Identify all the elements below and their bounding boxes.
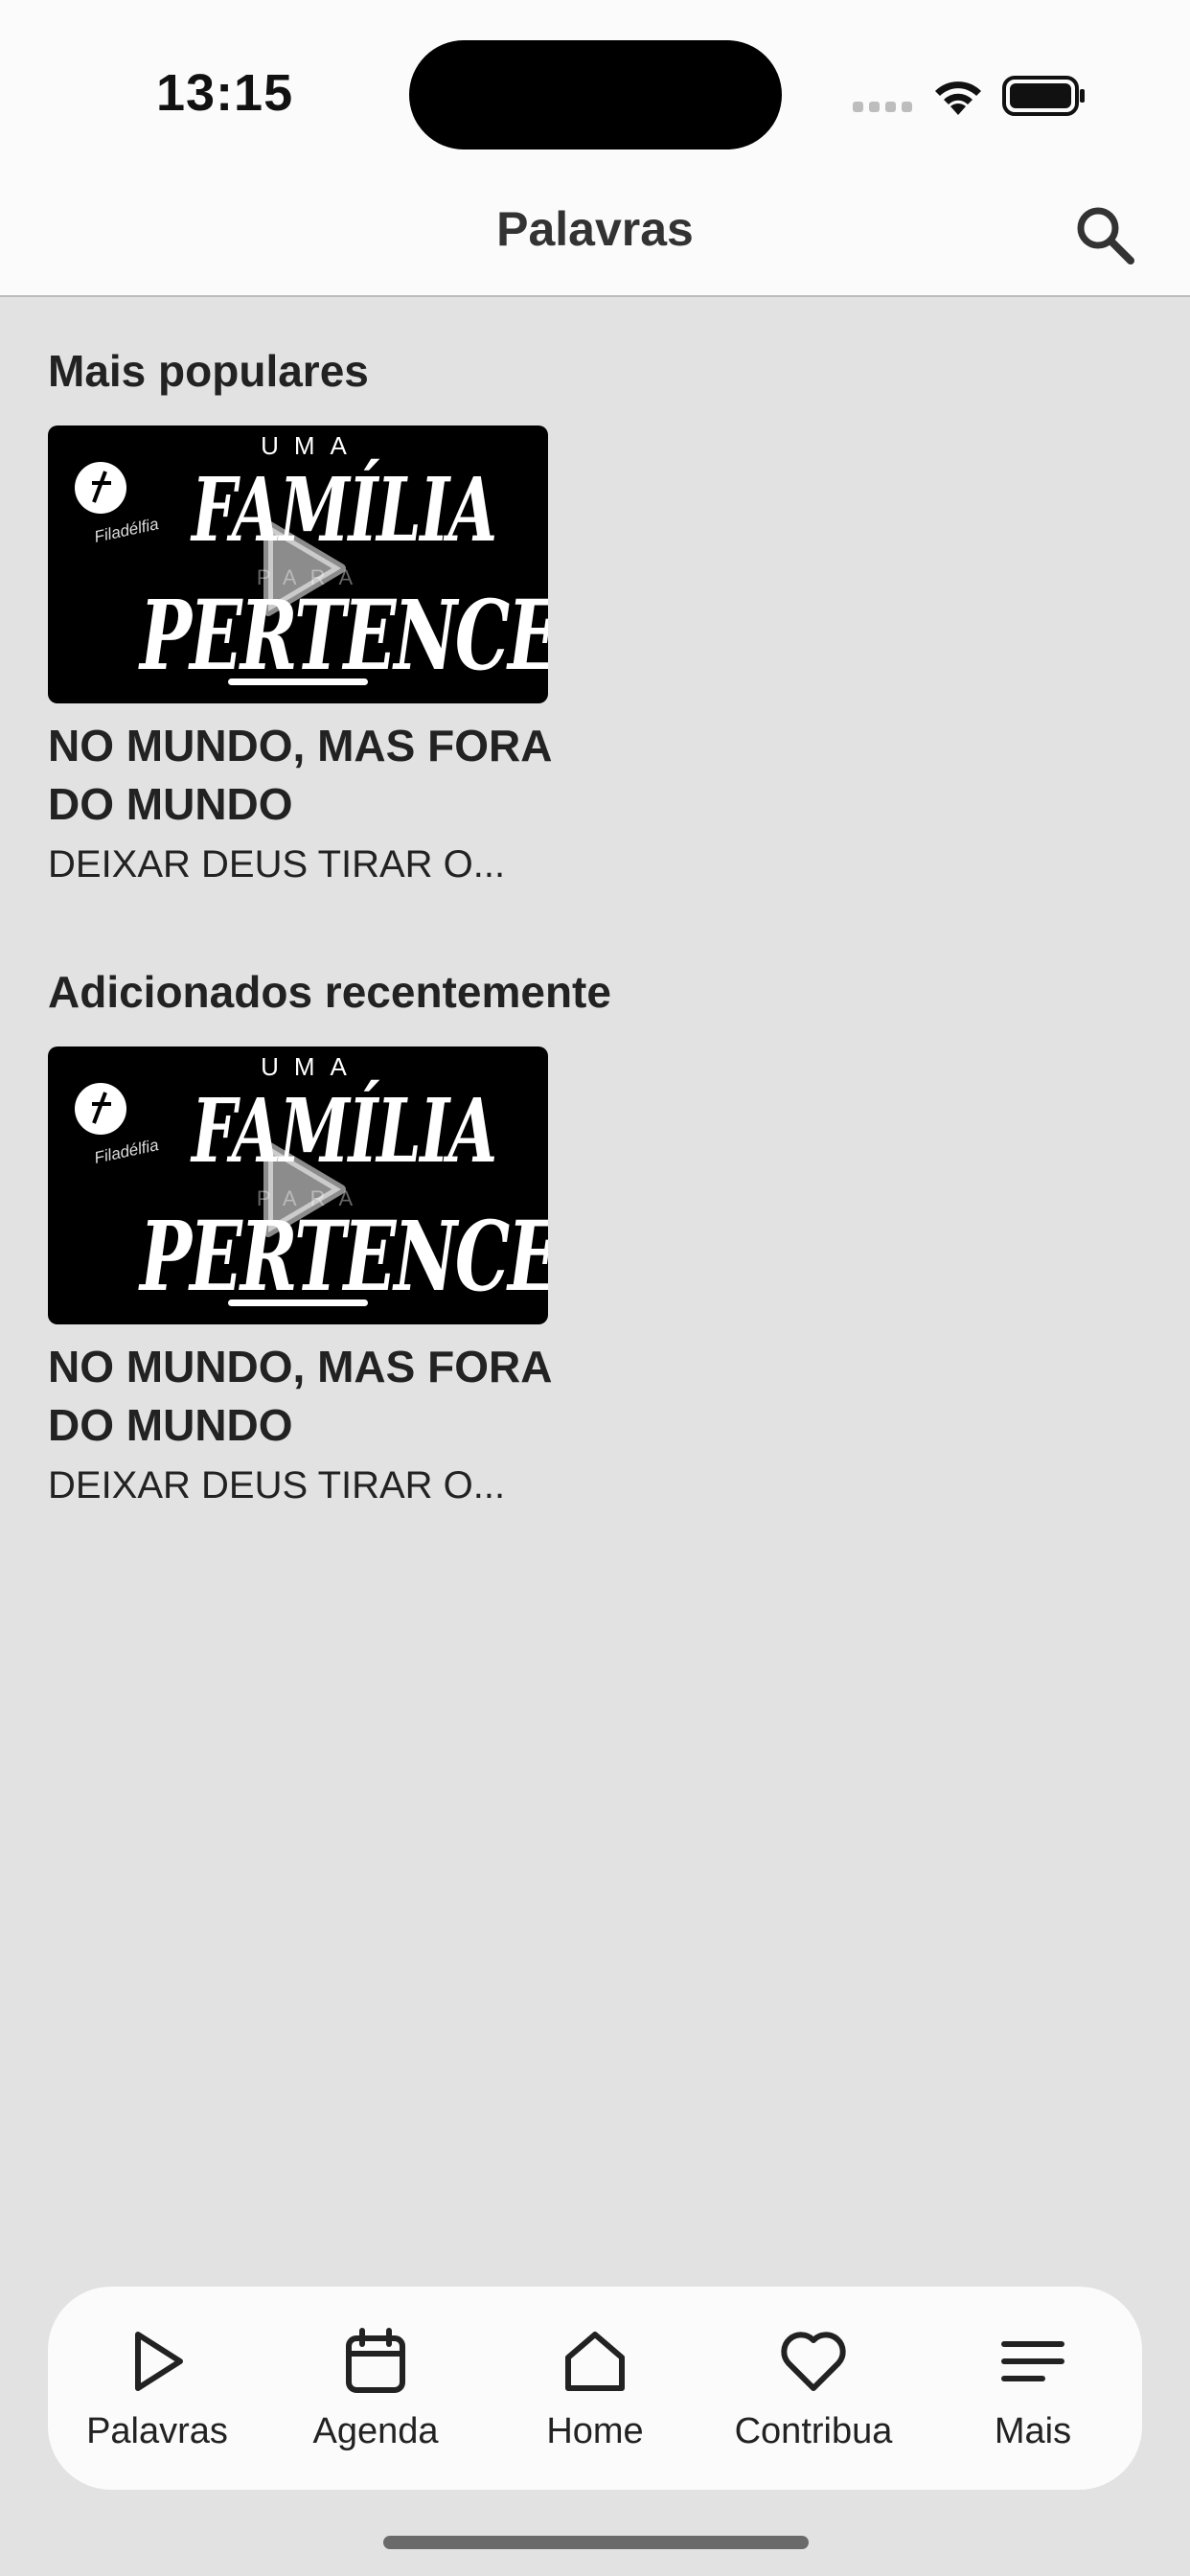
church-logo-icon bbox=[75, 1083, 126, 1135]
sermon-thumbnail[interactable]: Filadélfia UMA FAMÍLIA PARA PERTENCER bbox=[48, 1046, 548, 1324]
thumbnail-underline bbox=[228, 678, 368, 685]
section-title-recent: Adicionados recentemente bbox=[48, 967, 611, 1017]
home-icon bbox=[565, 2332, 625, 2391]
sermon-card[interactable]: Filadélfia UMA FAMÍLIA PARA PERTENCER NO… bbox=[48, 426, 596, 886]
home-indicator[interactable] bbox=[383, 2536, 809, 2549]
sermon-thumbnail[interactable]: Filadélfia UMA FAMÍLIA PARA PERTENCER bbox=[48, 426, 548, 703]
dynamic-island bbox=[409, 40, 782, 150]
wifi-icon bbox=[935, 81, 981, 115]
sermon-title: NO MUNDO, MAS FORA DO MUNDO bbox=[48, 721, 551, 829]
sermon-card[interactable]: Filadélfia UMA FAMÍLIA PARA PERTENCER NO… bbox=[48, 1046, 596, 1507]
tab-contribua[interactable]: Contribua bbox=[704, 2287, 923, 2490]
thumbnail-brand: Filadélfia bbox=[92, 515, 161, 546]
play-overlay-icon[interactable] bbox=[255, 516, 351, 621]
section-title-popular: Mais populares bbox=[48, 346, 369, 396]
signal-dots-icon bbox=[853, 102, 912, 113]
tab-bar: Palavras Agenda Home Contribua Mais bbox=[48, 2287, 1142, 2490]
sermon-title: NO MUNDO, MAS FORA DO MUNDO bbox=[48, 1342, 551, 1450]
tab-palavras[interactable]: Palavras bbox=[48, 2287, 266, 2490]
tab-label: Agenda bbox=[312, 2411, 439, 2451]
play-icon bbox=[135, 2332, 183, 2391]
tab-label: Home bbox=[546, 2411, 644, 2451]
thumbnail-text-top: UMA bbox=[261, 431, 362, 460]
sermon-subtitle: DEIXAR DEUS TIRAR O... bbox=[48, 843, 506, 886]
tab-label: Palavras bbox=[86, 2411, 228, 2451]
thumbnail-brand: Filadélfia bbox=[92, 1136, 161, 1167]
play-overlay-icon[interactable] bbox=[255, 1137, 351, 1242]
page-title: Palavras bbox=[496, 202, 694, 256]
status-bar: 13:15 bbox=[0, 0, 1190, 182]
status-time: 13:15 bbox=[156, 64, 294, 122]
tab-mais[interactable]: Mais bbox=[924, 2287, 1142, 2490]
navigation-bar: Palavras bbox=[0, 182, 1190, 297]
tab-label: Contribua bbox=[734, 2411, 893, 2451]
battery-icon bbox=[1002, 76, 1085, 116]
thumbnail-underline bbox=[228, 1300, 368, 1306]
menu-icon bbox=[1001, 2341, 1064, 2381]
tab-agenda[interactable]: Agenda bbox=[266, 2287, 485, 2490]
church-logo-icon bbox=[75, 462, 126, 514]
thumbnail-text-top: UMA bbox=[261, 1052, 362, 1081]
tab-label: Mais bbox=[994, 2411, 1072, 2451]
sermon-subtitle: DEIXAR DEUS TIRAR O... bbox=[48, 1464, 506, 1506]
tab-home[interactable]: Home bbox=[486, 2287, 704, 2490]
search-icon[interactable] bbox=[1073, 203, 1136, 266]
calendar-icon bbox=[346, 2328, 405, 2393]
heart-icon bbox=[781, 2332, 846, 2391]
